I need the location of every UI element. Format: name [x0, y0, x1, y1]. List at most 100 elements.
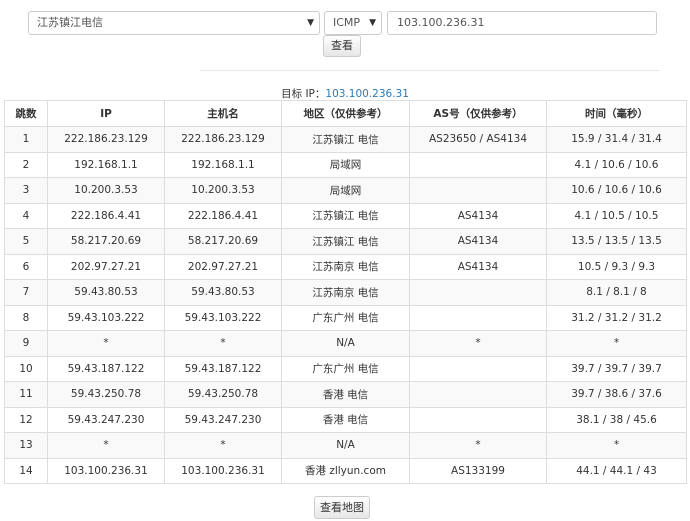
- cell-hostname: 222.186.23.129: [164, 126, 282, 153]
- cell-region: 江苏镇江 电信: [281, 228, 410, 255]
- cell-hostname: 10.200.3.53: [164, 177, 282, 204]
- as-separator: /: [476, 133, 487, 146]
- hop-number: 11: [19, 388, 33, 401]
- ip-link[interactable]: 59.43.103.222: [68, 312, 145, 324]
- cell-ip: 58.217.20.69: [47, 228, 165, 255]
- as-link[interactable]: AS4134: [486, 133, 527, 145]
- cell-time: *: [546, 432, 687, 459]
- time-text: 10.6 / 10.6 / 10.6: [571, 184, 662, 197]
- time-text: *: [613, 337, 620, 350]
- cell-hostname: 222.186.4.41: [164, 202, 282, 229]
- as-link[interactable]: AS23650: [429, 133, 476, 145]
- cell-ip: 59.43.247.230: [47, 406, 165, 433]
- view-map-button[interactable]: 查看地图: [314, 496, 370, 519]
- cell-ip: 222.186.23.129: [47, 126, 165, 153]
- cell-ip: 59.43.250.78: [47, 381, 165, 408]
- ip-link[interactable]: 59.43.250.78: [71, 388, 141, 400]
- table-row: 6 202.97.27.21 202.97.27.21 江苏南京 电信 AS4134 10…: [4, 253, 687, 280]
- region-text: 香港 zllyun.com: [305, 465, 386, 478]
- hop-number: 4: [22, 209, 30, 222]
- target-input[interactable]: 103.100.236.31: [387, 11, 657, 35]
- location-select-value: 江苏镇江电信: [37, 16, 103, 29]
- divider: [200, 70, 660, 71]
- cell-ip: 222.186.4.41: [47, 202, 165, 229]
- time-text: 10.5 / 9.3 / 9.3: [577, 260, 656, 273]
- hostname-text: 192.168.1.1: [191, 158, 255, 171]
- as-text: *: [475, 439, 481, 452]
- as-link[interactable]: AS4134: [458, 261, 499, 273]
- time-text: 44.1 / 44.1 / 43: [576, 464, 657, 477]
- cell-ip: 103.100.236.31: [47, 457, 165, 484]
- hostname-text: 59.43.187.122: [184, 362, 262, 375]
- time-text: 39.7 / 39.7 / 39.7: [571, 362, 662, 375]
- ip-link[interactable]: 222.186.4.41: [71, 210, 141, 222]
- time-text: 39.7 / 38.6 / 37.6: [571, 388, 662, 401]
- cell-time: 8.1 / 8.1 / 8: [546, 279, 687, 306]
- hop-number: 6: [22, 260, 30, 273]
- protocol-select[interactable]: ICMP ▼: [324, 11, 382, 35]
- submit-button[interactable]: 查看: [323, 35, 361, 57]
- cell-as: AS4134: [409, 202, 547, 229]
- cell-region: 广东广州 电信: [281, 355, 410, 382]
- as-link[interactable]: AS4134: [458, 210, 499, 222]
- ip-link[interactable]: 58.217.20.69: [71, 235, 141, 247]
- ip-text: *: [103, 337, 109, 350]
- ip-link[interactable]: 59.43.187.122: [68, 363, 145, 375]
- region-text: 江苏镇江 电信: [312, 235, 379, 248]
- ip-link[interactable]: 222.186.23.129: [64, 133, 148, 145]
- cell-hop: 5: [4, 228, 48, 255]
- cell-as: AS23650 / AS4134: [409, 126, 547, 153]
- cell-time: 39.7 / 38.6 / 37.6: [546, 381, 687, 408]
- target-ip-value: 103.100.236.31: [325, 88, 409, 100]
- ip-link[interactable]: 59.43.80.53: [74, 286, 137, 298]
- cell-ip: *: [47, 432, 165, 459]
- cell-hop: 7: [4, 279, 48, 306]
- as-link[interactable]: AS4134: [458, 235, 499, 247]
- table-row: 13 * * N/A * *: [4, 432, 687, 459]
- cell-hop: 1: [4, 126, 48, 153]
- time-text: 13.5 / 13.5 / 13.5: [571, 235, 662, 248]
- ip-link[interactable]: 59.43.247.230: [68, 414, 145, 426]
- cell-region: 江苏南京 电信: [281, 253, 410, 280]
- col-header-hostname: 主机名: [164, 100, 282, 127]
- cell-ip: 192.168.1.1: [47, 151, 165, 178]
- cell-hostname: *: [164, 432, 282, 459]
- region-text: N/A: [336, 439, 355, 452]
- hostname-text: *: [220, 337, 226, 350]
- ip-link[interactable]: 202.97.27.21: [71, 261, 141, 273]
- as-link[interactable]: AS133199: [451, 465, 505, 477]
- ip-text: *: [103, 439, 109, 452]
- cell-hop: 6: [4, 253, 48, 280]
- cell-region: 局域网: [281, 177, 410, 204]
- cell-ip: 59.43.103.222: [47, 304, 165, 331]
- cell-region: 江苏镇江 电信: [281, 126, 410, 153]
- hop-number: 8: [22, 311, 30, 324]
- region-text: 香港 电信: [322, 414, 369, 427]
- hostname-text: 103.100.236.31: [181, 464, 265, 477]
- cell-as: AS133199: [409, 457, 547, 484]
- ip-link[interactable]: 10.200.3.53: [74, 184, 137, 196]
- ip-link[interactable]: 103.100.236.31: [64, 465, 148, 477]
- hop-number: 7: [22, 286, 30, 299]
- table-row: 11 59.43.250.78 59.43.250.78 香港 电信 39.7 / 38…: [4, 381, 687, 408]
- cell-time: 4.1 / 10.6 / 10.6: [546, 151, 687, 178]
- cell-region: 江苏镇江 电信: [281, 202, 410, 229]
- table-row: 10 59.43.187.122 59.43.187.122 广东广州 电信 39.7 …: [4, 355, 687, 382]
- cell-hostname: 59.43.80.53: [164, 279, 282, 306]
- region-text: 香港 电信: [322, 388, 369, 401]
- cell-region: N/A: [281, 330, 410, 357]
- table-row: 12 59.43.247.230 59.43.247.230 香港 电信 38.1 / …: [4, 406, 687, 433]
- cell-region: 局域网: [281, 151, 410, 178]
- region-text: 广东广州 电信: [312, 363, 379, 376]
- time-text: 4.1 / 10.6 / 10.6: [574, 158, 659, 171]
- cell-time: *: [546, 330, 687, 357]
- ip-link[interactable]: 192.168.1.1: [74, 159, 137, 171]
- col-header-hop: 跳数: [4, 100, 48, 127]
- region-text: N/A: [336, 337, 355, 350]
- time-text: 8.1 / 8.1 / 8: [586, 286, 647, 299]
- chevron-down-icon: ▼: [307, 18, 314, 28]
- location-select[interactable]: 江苏镇江电信 ▼: [28, 11, 320, 35]
- cell-hostname: 59.43.247.230: [164, 406, 282, 433]
- table-row: 14 103.100.236.31 103.100.236.31 香港 zllyun.…: [4, 457, 687, 484]
- cell-as: [409, 177, 547, 204]
